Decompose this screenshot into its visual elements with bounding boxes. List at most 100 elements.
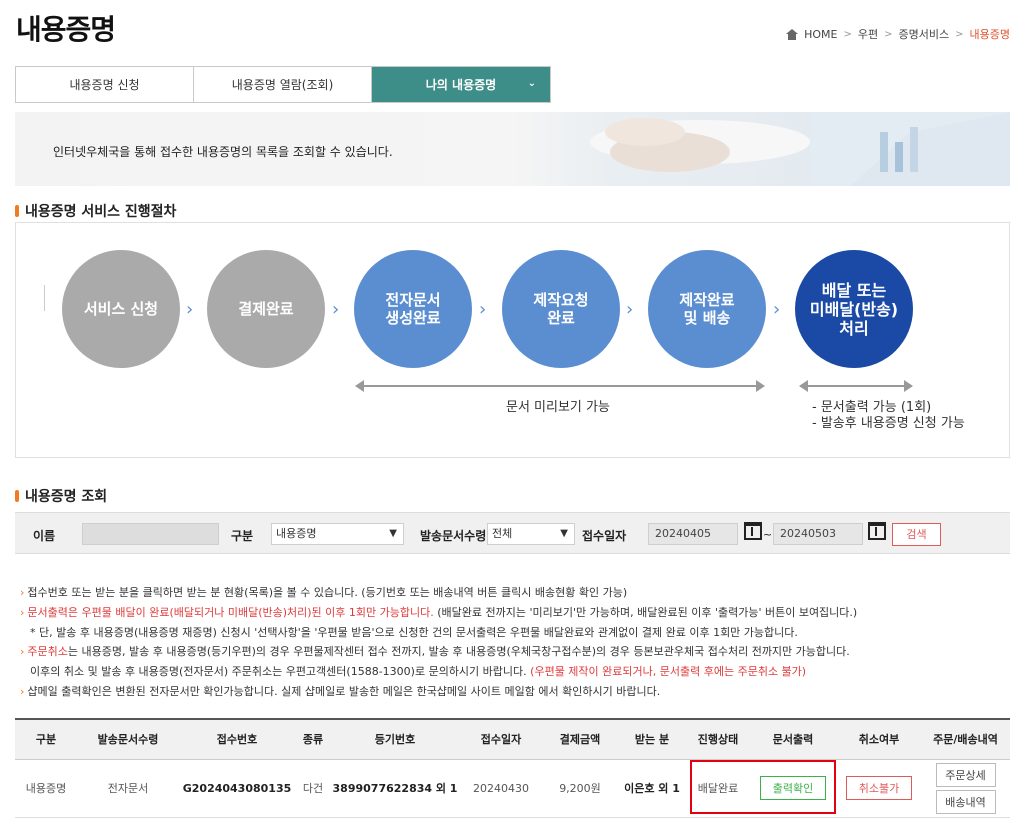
date-separator: ~: [763, 528, 773, 541]
cell-status: 배달완료: [687, 759, 749, 818]
chevron-down-icon: ▼: [389, 528, 397, 539]
step-payment-complete: 결제완료: [207, 250, 325, 368]
search-section-title: 내용증명 조회: [15, 486, 107, 506]
arrow-bullet-icon: ›: [20, 645, 25, 659]
column-header: 취소여부: [837, 718, 921, 760]
breadcrumb-separator: >: [955, 28, 964, 40]
chevron-right-icon: ›: [186, 299, 194, 320]
order-detail-button[interactable]: 주문상세: [935, 762, 996, 787]
recipient-link[interactable]: 이은호 외 1: [617, 759, 687, 818]
notice-item: › 문서출력은 우편물 배달이 완료(배달되거나 미배달(반송)처리)된 이후 1…: [20, 605, 858, 619]
date-label: 접수일자: [582, 529, 627, 543]
chevron-right-icon: ›: [773, 299, 781, 320]
cell-category: 내용증명: [15, 759, 77, 818]
receipt-number-link[interactable]: G2024043080135: [179, 759, 295, 818]
delivery-history-button[interactable]: 배송내역: [935, 789, 996, 814]
arrow-bullet-icon: ›: [20, 605, 25, 619]
chevron-right-icon: ›: [479, 299, 487, 320]
preview-range-label: 문서 미리보기 가능: [506, 400, 610, 415]
search-bar: 이름 구분 내용증명 ▼ 발송문서수령 전체 ▼ 접수일자 20240405 ~…: [15, 512, 1010, 554]
doc-type-select-value: 전체: [492, 527, 513, 540]
print-range-note-2: - 발송후 내용증명 신청 가능: [812, 416, 965, 431]
cell-order: 주문상세 배송내역: [921, 759, 1010, 818]
column-header: 구분: [15, 718, 77, 760]
print-range-note-1: - 문서출력 가능 (1회): [812, 400, 932, 415]
tab-apply[interactable]: 내용증명 신청: [16, 67, 194, 102]
tab-bar: 내용증명 신청 내용증명 열람(조회) 나의 내용증명 ⌄: [15, 66, 551, 103]
doc-type-select[interactable]: 전체 ▼: [487, 523, 575, 545]
doc-type-label: 발송문서수령: [420, 529, 487, 543]
cell-doc-type: 전자문서: [77, 759, 179, 818]
divider: [44, 285, 45, 311]
breadcrumb-home[interactable]: HOME: [804, 28, 837, 41]
category-select[interactable]: 내용증명 ▼: [271, 523, 404, 545]
tab-my-certificates[interactable]: 나의 내용증명 ⌄: [372, 67, 550, 102]
preview-range-arrow: [355, 380, 765, 392]
breadcrumb-certificate-service[interactable]: 증명서비스: [899, 26, 950, 42]
arrow-bullet-icon: ›: [20, 684, 25, 698]
results-table: 구분 발송문서수령 접수번호 종류 등기번호 접수일자 결제금액 받는 분 진행…: [15, 718, 1010, 818]
table-row: 내용증명 전자문서 G2024043080135 다건 389907762283…: [15, 759, 1010, 818]
cell-cancel: 취소불가: [837, 759, 921, 818]
step-production-request: 제작요청 완료: [502, 250, 620, 368]
cell-print: 출력확인: [749, 759, 837, 818]
search-button[interactable]: 검색: [892, 523, 941, 546]
step-production-shipping: 제작완료 및 배송: [648, 250, 766, 368]
page-title: 내용증명: [16, 13, 116, 46]
column-header: 발송문서수령: [77, 718, 179, 760]
breadcrumb-current[interactable]: 내용증명: [970, 26, 1010, 42]
category-label: 구분: [231, 529, 254, 543]
breadcrumb: HOME > 우편 > 증명서비스 > 내용증명: [786, 26, 1010, 42]
chevron-down-icon: ⌄: [527, 78, 536, 89]
process-section-title: 내용증명 서비스 진행절차: [15, 201, 176, 221]
chevron-right-icon: ›: [332, 299, 340, 320]
calendar-icon[interactable]: [868, 522, 886, 540]
column-header: 문서출력: [749, 718, 837, 760]
column-header: 종류: [295, 718, 331, 760]
column-header: 등기번호: [331, 718, 459, 760]
bullet-icon: [15, 490, 19, 502]
cell-date: 20240430: [459, 759, 543, 818]
table-header-row: 구분 발송문서수령 접수번호 종류 등기번호 접수일자 결제금액 받는 분 진행…: [15, 718, 1010, 760]
step-service-apply: 서비스 신청: [62, 250, 180, 368]
date-to-input[interactable]: 20240503: [773, 523, 863, 545]
chevron-down-icon: ▼: [560, 528, 568, 539]
name-label: 이름: [33, 529, 56, 543]
column-header: 접수일자: [459, 718, 543, 760]
tab-view[interactable]: 내용증명 열람(조회): [194, 67, 372, 102]
breadcrumb-separator: >: [884, 28, 893, 40]
cancel-unavailable-button[interactable]: 취소불가: [845, 776, 913, 800]
column-header: 결제금액: [543, 718, 617, 760]
notice-item: › 샵메일 출력확인은 변환된 전자문서만 확인가능합니다. 실제 샵메일로 발송…: [20, 684, 661, 698]
column-header: 받는 분: [617, 718, 687, 760]
process-diagram: 서비스 신청 › 결제완료 › 전자문서 생성완료 › 제작요청 완료 › 제작…: [15, 222, 1010, 458]
date-from-input[interactable]: 20240405: [648, 523, 738, 545]
cell-amount: 9,200원: [543, 759, 617, 818]
cell-kind: 다건: [295, 759, 331, 818]
calendar-icon[interactable]: [744, 522, 762, 540]
process-title: 내용증명 서비스 진행절차: [25, 204, 177, 220]
notice-list: › 접수번호 또는 받는 분을 클릭하면 받는 분 현황(목록)을 볼 수 있습니…: [20, 583, 1010, 702]
column-header: 진행상태: [687, 718, 749, 760]
name-input[interactable]: [82, 523, 219, 545]
bullet-icon: [15, 205, 19, 217]
registration-number-link[interactable]: 3899077622834 외 1: [331, 759, 459, 818]
print-confirm-button[interactable]: 출력확인: [759, 776, 827, 800]
print-range-arrow: [799, 380, 913, 392]
column-header: 접수번호: [179, 718, 295, 760]
category-select-value: 내용증명: [276, 527, 317, 540]
step-document-created: 전자문서 생성완료: [354, 250, 472, 368]
notice-item: * 단, 발송 후 내용증명(내용증명 재증명) 신청시 '선택사항'을 '우편…: [30, 625, 798, 639]
banner-text: 인터넷우체국을 통해 접수한 내용증명의 목록을 조회할 수 있습니다.: [53, 145, 393, 159]
search-title: 내용증명 조회: [25, 489, 108, 505]
step-delivery-processed: 배달 또는 미배달(반송) 처리: [795, 250, 913, 368]
chevron-right-icon: ›: [626, 299, 634, 320]
info-banner: 인터넷우체국을 통해 접수한 내용증명의 목록을 조회할 수 있습니다.: [15, 112, 1010, 186]
notice-item: › 주문취소는 내용증명, 발송 후 내용증명(등기우편)의 경우 우편물제작센터…: [20, 645, 850, 659]
tab-my-certificates-label: 나의 내용증명: [425, 78, 497, 92]
breadcrumb-post[interactable]: 우편: [858, 26, 878, 42]
column-header: 주문/배송내역: [921, 718, 1010, 760]
arrow-bullet-icon: ›: [20, 586, 25, 599]
breadcrumb-separator: >: [843, 28, 852, 40]
notice-item: › 접수번호 또는 받는 분을 클릭하면 받는 분 현황(목록)을 볼 수 있습니…: [20, 586, 628, 599]
